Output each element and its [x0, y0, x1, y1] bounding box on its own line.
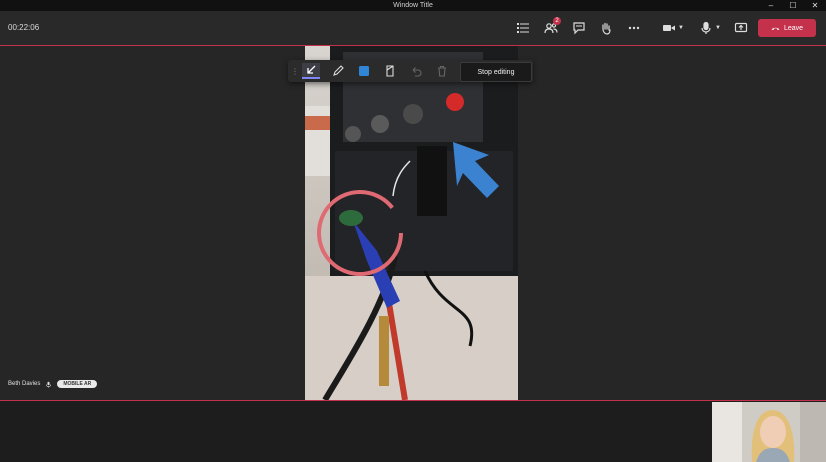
raise-hand-icon[interactable] [598, 20, 614, 36]
camera-icon[interactable]: ▼ [660, 20, 686, 36]
pen-tool-button[interactable] [329, 63, 347, 79]
self-view-frame [712, 402, 826, 462]
chevron-down-icon[interactable]: ▼ [715, 25, 721, 31]
participant-label: Beth Davies MOBILE AR [8, 380, 98, 388]
drag-handle-icon[interactable]: ⋮ [291, 63, 299, 79]
ar-video-frame [305, 46, 518, 400]
eraser-icon [386, 65, 394, 77]
bottom-strip [0, 401, 826, 462]
participants-list-icon[interactable] [515, 20, 531, 36]
undo-icon [412, 67, 422, 77]
arrow-tool-button[interactable] [302, 63, 320, 79]
share-screen-icon[interactable] [733, 20, 749, 36]
pen-tool-icon [333, 65, 344, 76]
chat-icon[interactable] [571, 20, 587, 36]
close-icon[interactable]: ✕ [804, 0, 826, 11]
people-icon[interactable]: 2 [543, 17, 561, 36]
chevron-down-icon[interactable]: ▼ [678, 25, 684, 31]
mic-small-icon [46, 381, 52, 388]
stop-editing-button[interactable]: Stop editing [460, 62, 532, 82]
meeting-controls-bar: 00:22:06 2 ▼ ▼ Leave [0, 11, 826, 46]
window-titlebar: Window Title – ☐ ✕ [0, 0, 826, 11]
color-square-icon [359, 66, 369, 76]
leave-label: Leave [783, 24, 804, 32]
notification-badge: 2 [553, 17, 561, 25]
meeting-stage: ⋮ Stop editing Beth Davies MOBILE AR [0, 46, 826, 401]
color-picker-button[interactable] [355, 63, 373, 79]
undo-button[interactable] [407, 63, 425, 79]
window-controls: – ☐ ✕ [760, 0, 826, 11]
leave-button[interactable]: Leave [758, 19, 816, 37]
eraser-button[interactable] [381, 63, 399, 79]
minimize-icon[interactable]: – [760, 0, 782, 11]
delete-button[interactable] [433, 63, 451, 79]
annotation-toolbar: ⋮ Stop editing [288, 60, 533, 82]
mobile-ar-badge: MOBILE AR [57, 380, 98, 388]
more-options-icon[interactable] [626, 20, 642, 36]
phone-hangup-icon [771, 27, 780, 30]
participant-name: Beth Davies [8, 381, 41, 387]
window-title: Window Title [393, 2, 433, 9]
call-timer: 00:22:06 [8, 23, 40, 32]
shared-ar-video[interactable] [305, 46, 518, 400]
maximize-icon[interactable]: ☐ [782, 0, 804, 11]
arrow-tool-icon [307, 65, 316, 74]
self-view-video[interactable] [712, 402, 826, 462]
trash-icon [438, 65, 446, 77]
microphone-icon[interactable]: ▼ [697, 20, 723, 36]
